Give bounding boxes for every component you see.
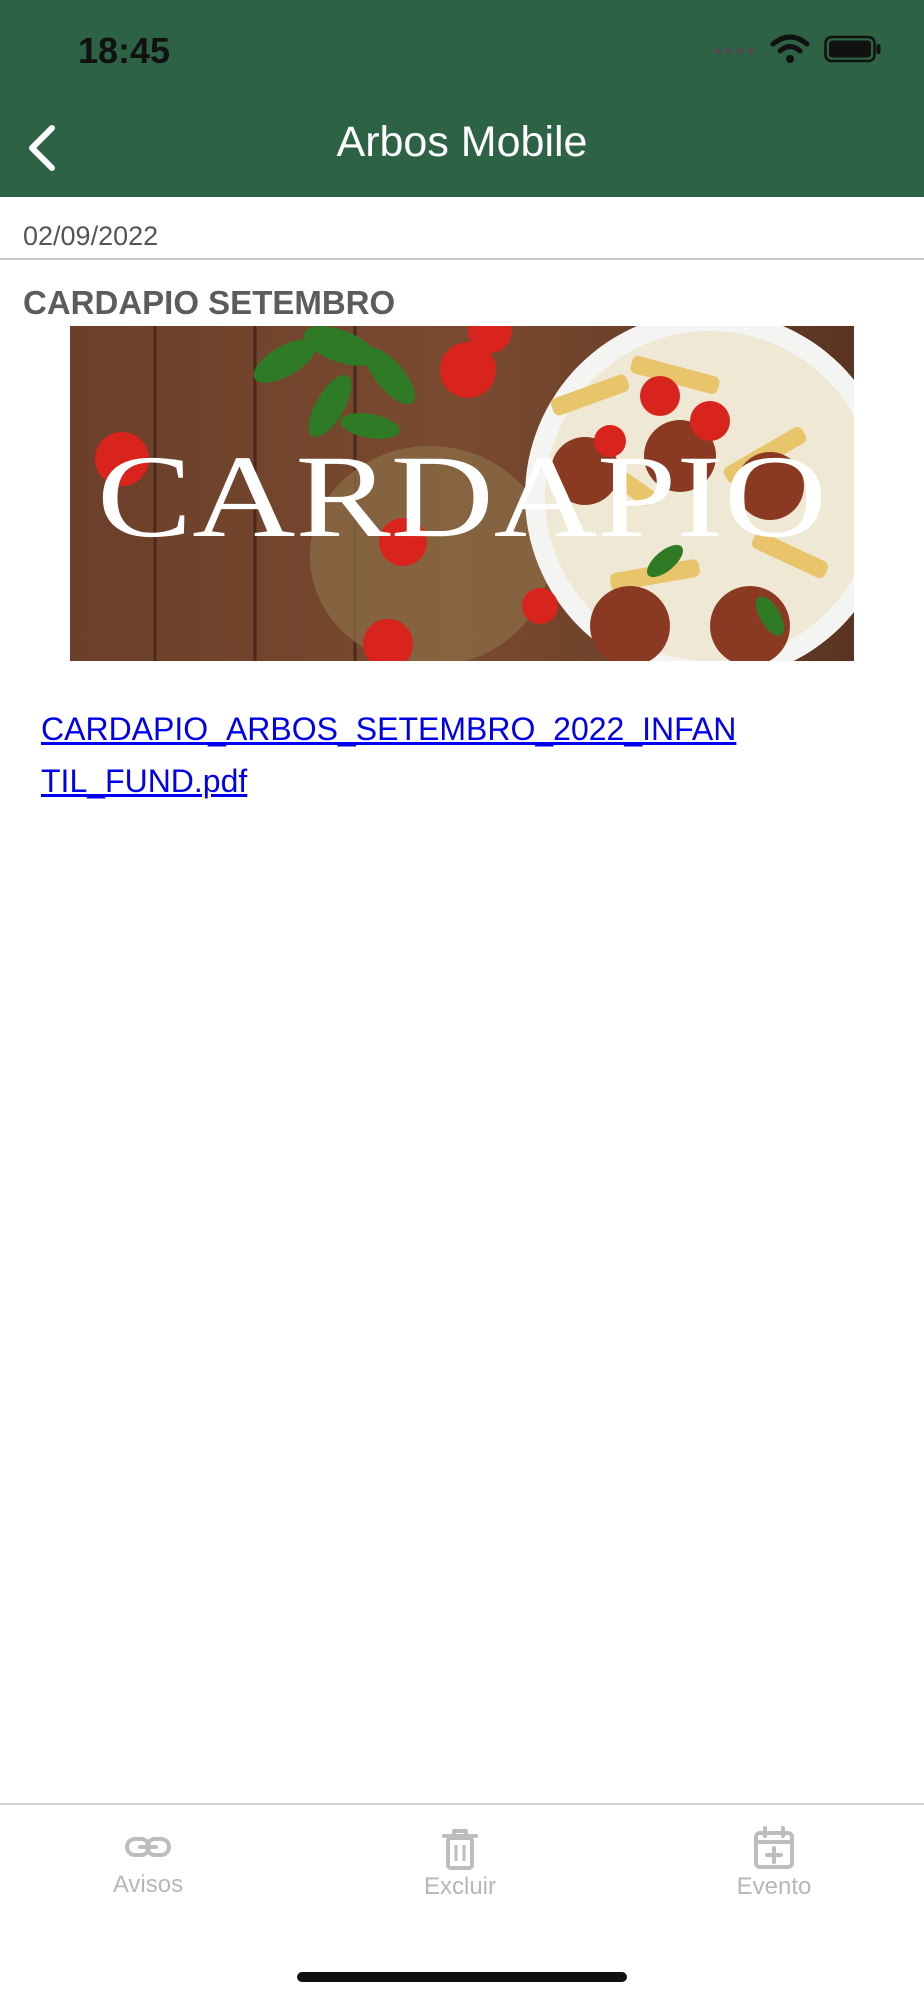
status-icons <box>714 34 882 64</box>
link-icon <box>125 1837 171 1857</box>
calendar-plus-icon <box>754 1826 794 1869</box>
trash-icon <box>442 1829 478 1870</box>
banner-text: CARDAPIO <box>97 431 827 562</box>
tab-evento[interactable]: Evento <box>694 1825 854 1901</box>
wifi-icon <box>770 34 810 63</box>
menu-banner-image: CARDAPIO <box>70 326 854 661</box>
tab-avisos[interactable]: Avisos <box>68 1825 228 1899</box>
tab-label-evento: Evento <box>736 1873 812 1900</box>
post-date: 02/09/2022 <box>23 221 159 251</box>
tab-label-excluir: Excluir <box>423 1873 496 1900</box>
banner-illustration: CARDAPIO <box>70 326 854 661</box>
home-indicator <box>297 1972 627 1982</box>
tab-label-avisos: Avisos <box>112 1871 184 1898</box>
divider <box>0 258 924 260</box>
battery-icon <box>824 35 881 63</box>
post-title: CARDAPIO SETEMBRO <box>23 284 396 321</box>
signal-icon <box>714 48 754 54</box>
status-time: 18:45 <box>78 30 171 71</box>
attachment-link[interactable]: CARDAPIO_ARBOS_SETEMBRO_2022_INFANTIL_FU… <box>41 703 741 807</box>
tab-excluir[interactable]: Excluir <box>380 1825 540 1901</box>
app-header: 18:45 Arbos Mobile <box>0 0 924 197</box>
page-title: Arbos Mobile <box>336 118 588 166</box>
tabbar-divider <box>0 1803 924 1805</box>
